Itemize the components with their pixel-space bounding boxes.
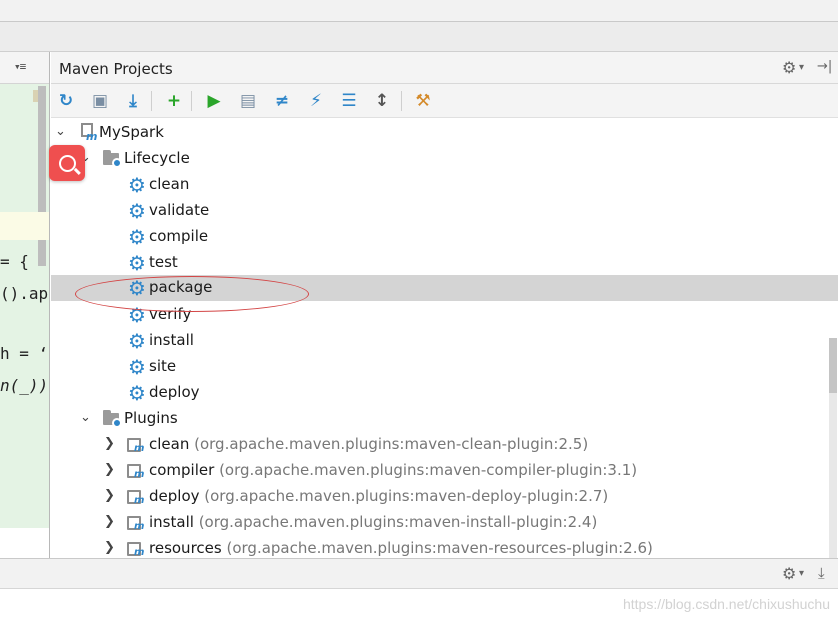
code-line: = { [0, 252, 29, 271]
annotation-ellipse [75, 276, 309, 312]
generate-sources-icon[interactable]: ▣ [87, 88, 113, 114]
chevron-down-icon[interactable]: ⌄ [80, 410, 91, 425]
lifecycle-label: validate [149, 201, 210, 219]
panel-header: Maven Projects ⚙ ▾ →| [51, 52, 838, 84]
settings-icon[interactable]: ⚙ [782, 564, 796, 583]
lifecycle-label: compile [149, 227, 209, 245]
lifecycle-item-site[interactable]: ⚙ site [51, 354, 838, 380]
lifecycle-item-install[interactable]: ⚙ install [51, 328, 838, 354]
search-icon [58, 154, 76, 172]
toolbar-separator [401, 91, 402, 111]
lifecycle-label: clean [149, 175, 190, 193]
collapse-all-icon[interactable]: ↕ [369, 88, 395, 114]
plugin-item-install[interactable]: ❯ m install (org.apache.maven.plugins:ma… [51, 510, 838, 536]
maven-project-icon: m [79, 123, 99, 143]
gear-icon: ⚙ [128, 251, 146, 275]
toggle-offline-icon[interactable]: ≠ [269, 88, 295, 114]
lifecycle-item-clean[interactable]: ⚙ clean [51, 172, 838, 198]
plugin-artifact: (org.apache.maven.plugins:maven-resource… [226, 539, 653, 557]
chevron-right-icon[interactable]: ❯ [104, 436, 115, 451]
editor-current-line [0, 212, 49, 240]
show-dependencies-icon[interactable]: ☰ [336, 88, 362, 114]
lifecycle-label: install [149, 331, 194, 349]
plugin-name: compiler [149, 461, 215, 479]
plugin-name: resources [149, 539, 222, 557]
plugin-icon: m [127, 462, 147, 480]
code-line: ().app [0, 284, 49, 303]
plugin-icon: m [127, 436, 147, 454]
lifecycle-label: site [149, 357, 177, 375]
gear-icon: ⚙ [128, 329, 146, 353]
lifecycle-item-compile[interactable]: ⚙ compile [51, 224, 838, 250]
chevron-right-icon[interactable]: ❯ [104, 462, 115, 477]
plugin-icon: m [127, 540, 147, 558]
project-label: MySpark [99, 123, 164, 141]
plugin-artifact: (org.apache.maven.plugins:maven-compiler… [219, 461, 638, 479]
plugin-item-compiler[interactable]: ❯ m compiler (org.apache.maven.plugins:m… [51, 458, 838, 484]
plugin-icon: m [127, 488, 147, 506]
maven-toolbar: ↻ ▣ ⤓ + ▶ ▤ ≠ ⚡ ☰ ↕ ⚒ [51, 84, 838, 118]
gear-icon: ⚙ [128, 381, 146, 405]
plugin-name: install [149, 513, 194, 531]
editor-empty-area [0, 528, 49, 558]
lifecycle-label: Lifecycle [124, 149, 190, 167]
search-button[interactable] [49, 145, 85, 181]
lifecycle-label: test [149, 253, 178, 271]
chevron-down-icon[interactable]: ⌄ [55, 124, 66, 139]
watermark: https://blog.csdn.net/chixushuchu [622, 596, 830, 612]
settings-icon[interactable]: ⚙ [782, 58, 796, 77]
plugin-item-resources[interactable]: ❯ m resources (org.apache.maven.plugins:… [51, 536, 838, 558]
tree-scrollbar-thumb[interactable] [829, 338, 837, 393]
chevron-down-icon[interactable]: ▾ [799, 568, 804, 579]
plugin-name: deploy [149, 487, 200, 505]
code-line: n(_)) [0, 376, 49, 395]
gear-icon: ⚙ [128, 199, 146, 223]
plugin-artifact: (org.apache.maven.plugins:maven-deploy-p… [204, 487, 609, 505]
tree-row-project[interactable]: ⌄ m MySpark [51, 120, 838, 146]
toolbar-separator [191, 91, 192, 111]
lifecycle-item-test[interactable]: ⚙ test [51, 250, 838, 276]
plugin-artifact: (org.apache.maven.plugins:maven-install-… [198, 513, 598, 531]
maven-settings-icon[interactable]: ⚒ [410, 88, 436, 114]
code-line: h = ‘ [0, 344, 49, 363]
top-bar [0, 0, 838, 22]
skip-tests-icon[interactable]: ⚡ [303, 88, 329, 114]
tree-row-lifecycle[interactable]: ⌄ Lifecycle [51, 146, 838, 172]
download-icon[interactable]: ⤓ [120, 88, 146, 114]
tree-scrollbar[interactable] [829, 338, 837, 558]
editor-structure-icon[interactable]: ▾≡ [14, 60, 26, 73]
maven-tree: ⌄ m MySpark ⌄ Lifecycle ⚙ clean ⚙ valida… [51, 118, 838, 558]
bottom-bar: ⚙ ▾ ⤓ [0, 558, 838, 589]
plugin-item-clean[interactable]: ❯ m clean (org.apache.maven.plugins:mave… [51, 432, 838, 458]
run-icon[interactable]: ▶ [201, 88, 227, 114]
lifecycle-item-deploy[interactable]: ⚙ deploy [51, 380, 838, 406]
plugin-item-deploy[interactable]: ❯ m deploy (org.apache.maven.plugins:mav… [51, 484, 838, 510]
lifecycle-label: deploy [149, 383, 200, 401]
chevron-right-icon[interactable]: ❯ [104, 488, 115, 503]
lifecycle-item-validate[interactable]: ⚙ validate [51, 198, 838, 224]
plugin-name: clean [149, 435, 190, 453]
gear-icon: ⚙ [128, 225, 146, 249]
add-icon[interactable]: + [161, 88, 187, 114]
editor-header: ▾≡ [0, 52, 49, 84]
toolbar-separator [151, 91, 152, 111]
plugins-label: Plugins [124, 409, 178, 427]
chevron-down-icon[interactable]: ▾ [799, 62, 804, 73]
pin-icon[interactable]: ⤓ [818, 564, 825, 582]
gear-icon: ⚙ [128, 355, 146, 379]
chevron-right-icon[interactable]: ❯ [104, 514, 115, 529]
chevron-right-icon[interactable]: ❯ [104, 540, 115, 555]
reimport-icon[interactable]: ↻ [53, 88, 79, 114]
run-config-icon[interactable]: ▤ [235, 88, 261, 114]
lifecycle-folder-icon [103, 150, 122, 168]
plugin-icon: m [127, 514, 147, 532]
panel-title: Maven Projects [59, 60, 173, 78]
tab-strip [0, 22, 838, 52]
gear-icon: ⚙ [128, 173, 146, 197]
hide-panel-icon[interactable]: →| [817, 59, 832, 74]
plugins-folder-icon [103, 410, 122, 428]
code-editor[interactable]: ▾≡ = { ().app h = ‘ n(_)) [0, 52, 50, 558]
tree-row-plugins[interactable]: ⌄ Plugins [51, 406, 838, 432]
plugin-artifact: (org.apache.maven.plugins:maven-clean-pl… [194, 435, 589, 453]
